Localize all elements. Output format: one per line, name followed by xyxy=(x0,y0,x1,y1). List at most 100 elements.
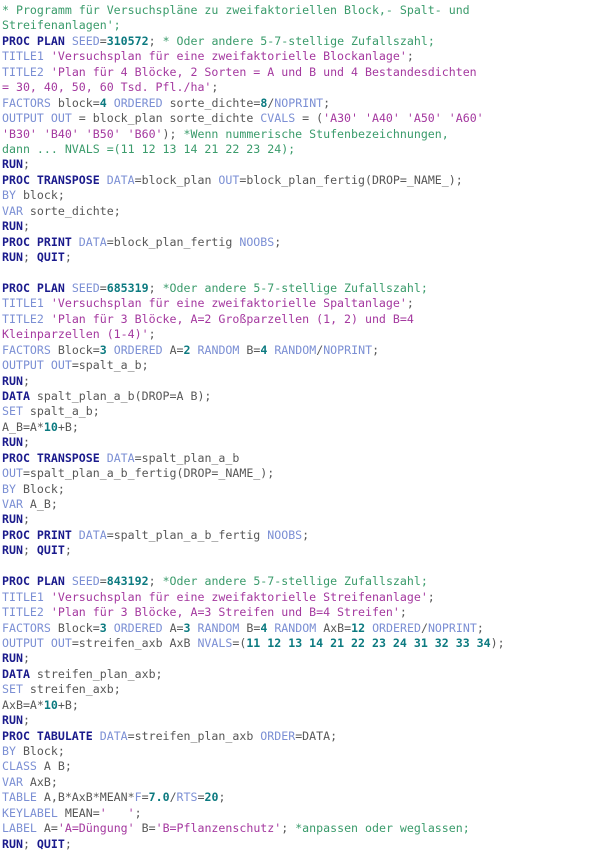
code-line: BY block; xyxy=(2,188,595,203)
code-token-cmt: * Oder andere 5-7-stellige Zufallszahl; xyxy=(162,33,435,48)
code-token-stmt: SET xyxy=(2,404,23,419)
code-line: VAR A_B; xyxy=(2,497,595,512)
code-line: RUN; xyxy=(2,219,595,234)
code-line: TABLE A,B*AxB*MEAN*F=7.0/RTS=20; xyxy=(2,790,595,805)
code-token-plain: ; xyxy=(274,234,282,249)
code-token-stmt: VAR xyxy=(2,203,23,218)
code-line: RUN; xyxy=(2,374,595,389)
code-token-plain: B= xyxy=(239,342,261,357)
sas-code-listing[interactable]: * Programm für Versuchspläne zu zweifakt… xyxy=(0,0,595,852)
code-line: A_B=A*10+B; xyxy=(2,420,595,435)
code-token-stmt: OUTPUT OUT xyxy=(2,358,72,373)
code-line: TITLE1 'Versuchsplan für eine zweifaktor… xyxy=(2,590,595,605)
code-token-stmt: NOPRINT xyxy=(274,95,324,110)
code-token-plain: = xyxy=(99,574,107,589)
code-line: PROC PLAN SEED=843192; *Oder andere 5-7-… xyxy=(2,574,595,589)
code-line: OUT=spalt_plan_a_b_fertig(DROP=_NAME_); xyxy=(2,466,595,481)
code-token-stmt: OUTPUT OUT xyxy=(2,111,72,126)
code-token-opt: DATA xyxy=(78,527,107,542)
code-token-num: 10 xyxy=(43,419,58,434)
code-token-stmt: TITLE1 xyxy=(2,296,44,311)
code-token-kw: PROC PLAN xyxy=(2,574,65,589)
code-token-kw: PROC PRINT xyxy=(2,234,72,249)
code-token-kw: RUN xyxy=(2,651,23,666)
code-token-plain: ; xyxy=(148,33,163,48)
code-token-num: 3 xyxy=(99,620,107,635)
code-token-plain: ; xyxy=(148,327,156,342)
code-token-plain: ; xyxy=(399,605,407,620)
code-token-stmt: OUTPUT OUT xyxy=(2,635,72,650)
code-token-num: 11 12 13 14 21 22 23 24 31 32 33 34 xyxy=(246,635,491,650)
code-token-stmt: BY xyxy=(2,481,16,496)
code-token-plain: A_B=A* xyxy=(2,419,44,434)
code-token-stmt: BY xyxy=(2,188,16,203)
code-line: Streifenanlagen'; xyxy=(2,18,595,33)
code-token-str: 'B30' 'B40' 'B50' 'B60' xyxy=(2,126,163,141)
code-token-str: Kleinparzellen (1-4)' xyxy=(2,327,149,342)
code-token-plain: A= xyxy=(162,342,184,357)
code-token-kw: PROC PLAN xyxy=(2,280,65,295)
code-token-str: 'A30' 'A40' 'A50' 'A60' xyxy=(323,111,484,126)
code-token-plain: ; xyxy=(22,219,30,234)
code-token-str: 'Versuchsplan für eine zweifaktorielle S… xyxy=(50,589,428,604)
code-token-str: 'Versuchsplan für eine zweifaktorielle B… xyxy=(50,49,407,64)
code-line: OUTPUT OUT = block_plan sorte_dichte CVA… xyxy=(2,111,595,126)
code-token-cmt: *Wenn nummerische Stufenbezeichnungen, xyxy=(183,126,449,141)
code-token-kw: PROC TRANSPOSE xyxy=(2,450,100,465)
code-token-kw: RUN xyxy=(2,219,23,234)
code-token-num: 4 xyxy=(99,95,107,110)
code-token-plain: ; xyxy=(148,280,163,295)
code-line: SET spalt_a_b; xyxy=(2,404,595,419)
code-token-kw: RUN xyxy=(2,373,23,388)
code-line: dann ... NVALS =(11 12 13 14 21 22 23 24… xyxy=(2,142,595,157)
code-line: Kleinparzellen (1-4)'; xyxy=(2,327,595,342)
code-token-num: 843192 xyxy=(106,574,149,589)
code-token-plain: ; xyxy=(22,157,30,172)
code-token-plain: =block_plan_fertig xyxy=(106,234,240,249)
code-token-plain: +B; xyxy=(57,419,79,434)
code-token-num: 3 xyxy=(183,620,191,635)
code-line: = 30, 40, 50, 60 Tsd. Pfl./ha'; xyxy=(2,80,595,95)
code-token-plain: ; xyxy=(281,821,296,836)
code-token-plain: =( xyxy=(232,635,247,650)
code-token-plain: =spalt_plan_a_b xyxy=(134,450,240,465)
code-token-plain: Block; xyxy=(15,481,65,496)
code-line: RUN; QUIT; xyxy=(2,543,595,558)
code-line: BY Block; xyxy=(2,744,595,759)
code-token-kw: RUN xyxy=(2,543,23,558)
code-token-opt: DATA xyxy=(78,234,107,249)
code-token-cmt: *anpassen oder weglassen; xyxy=(295,821,470,836)
code-token-stmt: TITLE1 xyxy=(2,589,44,604)
code-token-plain: sorte_dichte= xyxy=(162,95,261,110)
code-token-kw: PROC TABULATE xyxy=(2,728,93,743)
code-token-plain: B= xyxy=(239,620,261,635)
code-line: TITLE1 'Versuchsplan für eine zweifaktor… xyxy=(2,49,595,64)
code-token-plain: A B; xyxy=(36,759,72,774)
code-token-stmt: TITLE1 xyxy=(2,49,44,64)
code-token-plain: ; xyxy=(64,543,72,558)
code-token-opt: SEED xyxy=(71,33,100,48)
code-token-plain: ; xyxy=(22,512,30,527)
code-token-plain: +B; xyxy=(57,697,79,712)
code-line: RUN; xyxy=(2,713,595,728)
code-token-opt: RTS xyxy=(176,790,198,805)
code-line: RUN; xyxy=(2,512,595,527)
code-line: 'B30' 'B40' 'B50' 'B60'); *Wenn nummeris… xyxy=(2,127,595,142)
code-token-plain: A_B; xyxy=(22,497,58,511)
code-token-stmt: ORDERED xyxy=(113,342,163,357)
code-token-cmt: dann ... NVALS =(11 12 13 14 21 22 23 24… xyxy=(2,141,296,156)
code-token-kw: QUIT xyxy=(36,250,65,264)
code-token-num: 12 xyxy=(351,620,366,635)
code-token-kw: PROC TRANSPOSE xyxy=(2,172,100,187)
code-token-kw: QUIT xyxy=(36,836,65,851)
code-token-plain: Block; xyxy=(15,744,65,758)
code-token-kw: DATA xyxy=(2,666,30,681)
code-token-plain: ; xyxy=(134,805,142,820)
